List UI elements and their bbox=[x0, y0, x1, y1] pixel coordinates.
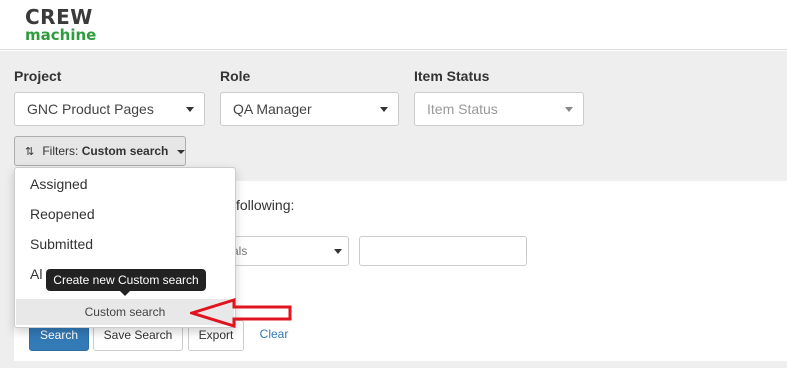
filters-prefix: Filters: bbox=[42, 144, 79, 158]
chevron-down-icon bbox=[334, 249, 342, 254]
project-select[interactable]: GNC Product Pages bbox=[14, 92, 205, 126]
sliders-icon: ⇅ bbox=[25, 146, 35, 158]
chevron-down-icon bbox=[380, 107, 388, 112]
app-header: CREW machine bbox=[0, 0, 787, 50]
chevron-down-icon bbox=[565, 107, 573, 112]
dropdown-item-submitted[interactable]: Submitted bbox=[30, 236, 93, 252]
role-select-value: QA Manager bbox=[233, 101, 312, 117]
role-label: Role bbox=[220, 68, 251, 84]
logo-crew: CREW bbox=[25, 5, 93, 29]
tooltip-arrow bbox=[120, 291, 130, 296]
item-status-placeholder: Item Status bbox=[427, 101, 498, 117]
create-custom-search-tooltip: Create new Custom search bbox=[46, 269, 206, 291]
chevron-down-icon bbox=[186, 107, 194, 112]
dropdown-item-reopened[interactable]: Reopened bbox=[30, 206, 95, 222]
item-status-label: Item Status bbox=[414, 68, 490, 84]
project-select-value: GNC Product Pages bbox=[27, 101, 154, 117]
match-text: following: bbox=[236, 197, 295, 213]
role-select[interactable]: QA Manager bbox=[220, 92, 399, 126]
filters-button[interactable]: ⇅ Filters: Custom search bbox=[14, 136, 186, 166]
value-input[interactable] bbox=[359, 236, 527, 266]
logo-machine: machine bbox=[25, 26, 97, 44]
annotation-arrow-icon bbox=[190, 298, 292, 328]
filters-value: Custom search bbox=[81, 144, 169, 158]
caret-down-icon bbox=[176, 149, 185, 154]
item-status-select[interactable]: Item Status bbox=[414, 92, 584, 126]
dropdown-item-all[interactable]: Al bbox=[30, 266, 42, 282]
dropdown-item-assigned[interactable]: Assigned bbox=[30, 176, 88, 192]
project-label: Project bbox=[14, 68, 62, 84]
